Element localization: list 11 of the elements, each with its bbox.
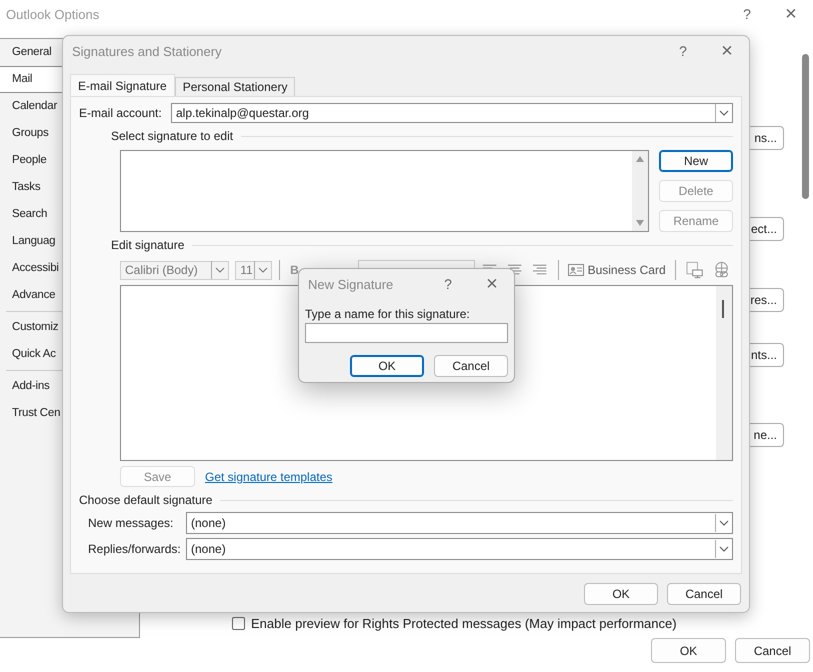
field-label: E-mail account: (79, 106, 163, 120)
field-label: New messages: (88, 516, 174, 530)
checkbox-label: Enable preview for Rights Protected messages (May impact performance) (251, 616, 677, 631)
dialog-title: Signatures and Stationery (72, 44, 222, 58)
section-label: Choose default signature (79, 493, 212, 507)
field-label: Replies/forwards: (88, 542, 182, 556)
window-title: Outlook Options (6, 6, 100, 22)
field-label: Type a name for this signature: (305, 307, 471, 321)
dialog-title: New Signature (308, 276, 394, 292)
section-label: Select signature to edit (111, 129, 234, 143)
section-label: Edit signature (111, 238, 184, 252)
